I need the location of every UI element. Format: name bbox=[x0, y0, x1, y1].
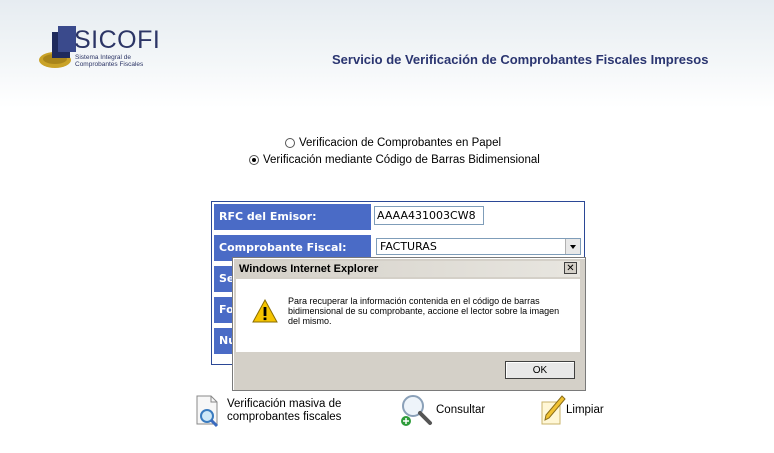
consultar-button[interactable]: Consultar bbox=[398, 392, 485, 428]
radio-option-papel[interactable]: Verificacion de Comprobantes en Papel bbox=[285, 137, 501, 149]
comprobante-select[interactable]: FACTURAS bbox=[376, 238, 581, 255]
document-search-icon bbox=[196, 395, 219, 428]
rfc-input[interactable]: AAAA431003CW8 bbox=[374, 206, 484, 225]
form-row-rfc: RFC del Emisor: AAAA431003CW8 bbox=[212, 202, 584, 232]
dialog-message: Para recuperar la información contenida … bbox=[288, 296, 560, 326]
radio-label-papel: Verificacion de Comprobantes en Papel bbox=[299, 137, 502, 149]
rfc-label: RFC del Emisor: bbox=[214, 204, 371, 230]
radio-button-papel[interactable] bbox=[285, 138, 295, 148]
masiva-label-line2: comprobantes fiscales bbox=[227, 411, 342, 423]
magnifier-search-icon bbox=[401, 395, 432, 426]
sicofi-logo: SICOFI Sistema Integral de Comprobantes … bbox=[38, 24, 188, 74]
radio-option-codigo-barras[interactable]: Verificación mediante Código de Barras B… bbox=[249, 154, 540, 166]
logo-text: SICOFI bbox=[74, 26, 161, 54]
radio-button-codigo-barras[interactable] bbox=[249, 155, 259, 165]
radio-label-codigo-barras: Verificación mediante Código de Barras B… bbox=[263, 154, 540, 166]
page-header: SICOFI Sistema Integral de Comprobantes … bbox=[0, 0, 774, 108]
logo-subtitle: Sistema Integral de Comprobantes Fiscale… bbox=[75, 54, 144, 68]
page-title: Servicio de Verificación de Comprobantes… bbox=[332, 52, 709, 67]
dialog-title-bar: Windows Internet Explorer ✕ bbox=[236, 261, 580, 277]
warning-icon bbox=[252, 299, 278, 323]
pencil-icon bbox=[541, 395, 566, 425]
limpiar-button[interactable]: Limpiar bbox=[540, 394, 604, 426]
close-icon[interactable]: ✕ bbox=[564, 262, 577, 274]
dialog-title: Windows Internet Explorer bbox=[239, 263, 379, 275]
ok-button[interactable]: OK bbox=[505, 361, 575, 379]
masiva-label-line1: Verificación masiva de bbox=[227, 398, 342, 410]
comprobante-select-value: FACTURAS bbox=[380, 240, 437, 253]
verificacion-masiva-button[interactable]: Verificación masiva de comprobantes fisc… bbox=[193, 394, 341, 428]
alert-dialog: Windows Internet Explorer ✕ Para recuper… bbox=[232, 257, 586, 391]
dialog-body: Para recuperar la información contenida … bbox=[236, 279, 580, 352]
chevron-down-icon[interactable] bbox=[565, 239, 580, 254]
sicofi-logo-icon bbox=[39, 26, 76, 68]
consultar-label: Consultar bbox=[436, 403, 486, 416]
limpiar-label: Limpiar bbox=[566, 403, 604, 416]
